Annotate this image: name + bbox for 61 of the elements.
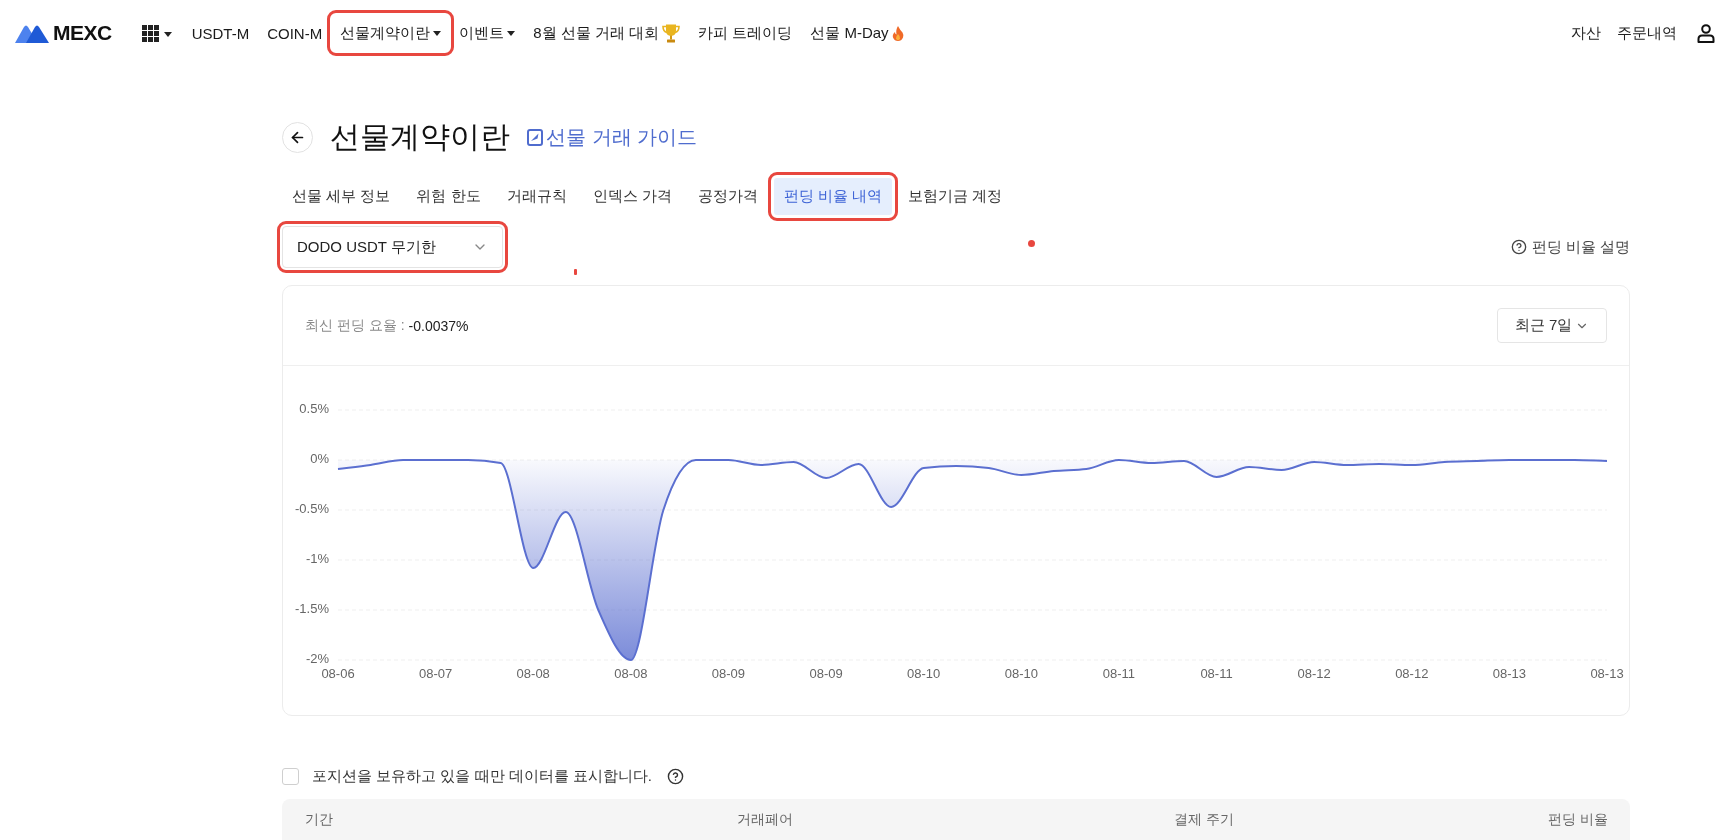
x-axis-label: 08-06 <box>321 666 355 681</box>
caret-icon <box>507 30 516 36</box>
y-axis-label: -0.5% <box>295 501 329 517</box>
dash-mark-icon <box>574 269 577 275</box>
tab[interactable]: 보험기금 계정 <box>898 178 1013 215</box>
checkbox[interactable] <box>282 767 299 785</box>
tab[interactable]: 선물 세부 정보 <box>282 178 401 215</box>
x-axis-label: 08-13 <box>1492 666 1526 681</box>
tab[interactable]: 위험 한도 <box>406 178 491 215</box>
y-axis-label: -1% <box>305 551 329 567</box>
x-axis-label: 08-10 <box>1004 666 1038 681</box>
column-header: 결제 주기 <box>1174 811 1235 829</box>
x-axis-label: 08-09 <box>711 666 746 681</box>
x-axis-label: 08-13 <box>1590 666 1624 681</box>
nav-link[interactable]: COIN-M <box>259 15 331 51</box>
nav-link[interactable]: 주문내역 <box>1617 23 1677 43</box>
page-title: 선물계약이란 <box>330 118 510 155</box>
nav-link[interactable]: 이벤트 <box>451 15 524 51</box>
flame-icon <box>891 25 904 41</box>
x-axis-label: 08-12 <box>1395 666 1429 681</box>
period-select[interactable]: 최근 7일 <box>1497 308 1607 343</box>
nav-link[interactable]: 카피 트레이딩 <box>690 15 801 51</box>
help-icon <box>1510 239 1527 255</box>
logo-text: MEXC <box>53 21 112 45</box>
x-axis-label: 08-11 <box>1200 666 1233 681</box>
help-icon[interactable] <box>667 767 684 785</box>
y-axis-label: 0.5% <box>299 401 329 417</box>
column-header: 펀딩 비율 <box>1548 811 1608 829</box>
nav-link[interactable]: 자산 <box>1571 23 1601 43</box>
back-button[interactable] <box>282 121 313 153</box>
y-axis-label: -2% <box>305 651 329 667</box>
filter-label: 포지션을 보유하고 있을 때만 데이터를 표시합니다. <box>312 766 652 786</box>
help-link[interactable]: 펀딩 비율 설명 <box>1510 237 1630 257</box>
y-axis-label: -1.5% <box>295 601 329 617</box>
x-axis-label: 08-10 <box>907 666 941 681</box>
dot-mark-icon <box>1028 240 1035 247</box>
x-axis-label: 08-08 <box>516 666 550 681</box>
x-axis-label: 08-12 <box>1297 666 1331 681</box>
column-header: 거래페어 <box>737 811 794 829</box>
column-header: 기간 <box>305 811 334 829</box>
x-axis-label: 08-07 <box>419 666 453 681</box>
tab[interactable]: 인덱스 가격 <box>582 178 682 215</box>
nav-link[interactable]: 선물계약이란 <box>332 15 450 51</box>
x-axis-label: 08-09 <box>809 666 843 681</box>
nav-link[interactable]: 선물 M-Day <box>802 15 912 51</box>
grid-menu-icon[interactable] <box>141 24 172 42</box>
user-icon[interactable] <box>1697 23 1715 43</box>
x-axis-label: 08-08 <box>614 666 648 681</box>
trophy-icon <box>662 23 681 43</box>
nav-link[interactable]: 8월 선물 거래 대회 <box>525 15 689 51</box>
logo-icon <box>14 23 50 43</box>
x-axis-label: 08-11 <box>1102 666 1136 681</box>
y-axis-label: 0% <box>310 451 329 467</box>
guide-link[interactable]: 선물 거래 가이드 <box>527 123 698 151</box>
latest-rate-value: -0.0037% <box>408 317 469 334</box>
document-icon <box>527 128 543 146</box>
latest-rate-label: 최신 펀딩 요율 : <box>305 316 405 335</box>
caret-icon <box>433 30 442 36</box>
nav-link[interactable]: USDT-M <box>183 15 258 51</box>
tab[interactable]: 공정가격 <box>687 178 768 215</box>
tab[interactable]: 거래규칙 <box>496 178 577 215</box>
